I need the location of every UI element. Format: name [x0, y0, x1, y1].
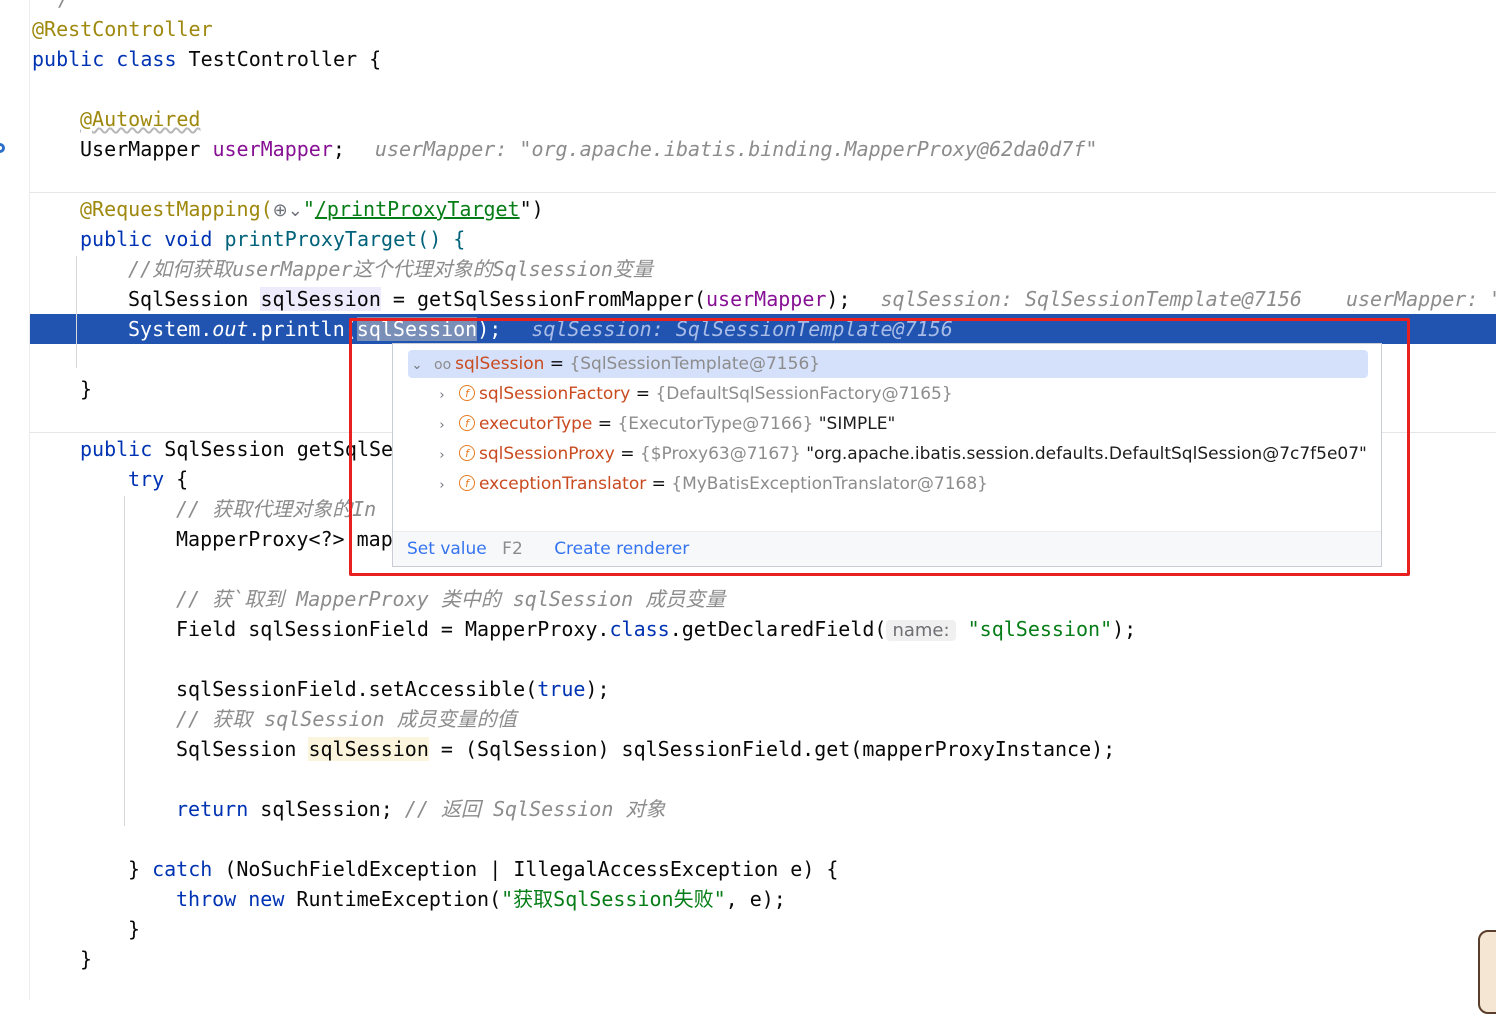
keyword: new — [236, 887, 285, 911]
highlight-annotation-box — [349, 318, 1410, 576]
inline-debug-value: userMapper: "org.apache.ibatis.binding.M… — [374, 137, 1098, 161]
code-line-partial: */ — [46, 0, 70, 14]
code-line: public void printProxyTarget() { — [80, 224, 465, 254]
code-text: = getSqlSessionFromMapper( — [380, 287, 706, 311]
debug-watch-icon[interactable] — [0, 140, 6, 156]
annotation: @RestController — [32, 17, 213, 41]
annotation: @Autowired — [80, 107, 201, 131]
code-text: .getDeclaredField( — [669, 617, 887, 641]
variable: sqlSession — [308, 737, 429, 761]
code-line: Field sqlSessionField = MapperProxy.clas… — [176, 614, 1136, 644]
code-line: //如何获取userMapper这个代理对象的Sqlsession变量 — [128, 254, 653, 284]
comment: // 返回 SqlSession 对象 — [404, 797, 666, 821]
keyword: catch — [152, 857, 213, 881]
comment: // 获取代理对象的In — [176, 497, 377, 521]
code-text: RuntimeException( — [284, 887, 502, 911]
code-line: SqlSession sqlSession = (SqlSession) sql… — [176, 734, 1115, 764]
keyword: class — [609, 617, 670, 641]
annotation: @RequestMapping( — [80, 197, 273, 221]
code-line: } — [128, 914, 140, 944]
code-text: Field sqlSessionField = MapperProxy. — [176, 617, 610, 641]
type-name: SqlSession — [176, 737, 309, 761]
code-line: @RequestMapping(⊕⌄"/printProxyTarget") — [80, 197, 544, 221]
string-literal: "获取SqlSession失败" — [501, 887, 726, 911]
semicolon: ; — [332, 137, 345, 161]
code-text: System. — [128, 317, 213, 341]
field-name: out — [212, 317, 249, 341]
code-line: } catch (NoSuchFieldException | IllegalA… — [128, 854, 838, 884]
code-line: UserMapper userMapper; userMapper: "org.a… — [80, 134, 1097, 164]
mascot-sticker — [1478, 930, 1496, 1014]
comment: // 获`取到 MapperProxy 类中的 sqlSession 成员变量 — [176, 587, 726, 611]
code-line: // 获取代理对象的In — [176, 494, 376, 524]
keyword: public class — [32, 47, 189, 71]
brace: } — [128, 917, 141, 941]
code-text: sqlSessionField.setAccessible( — [176, 677, 538, 701]
field-name: userMapper — [212, 137, 333, 161]
code-line: @Autowired — [80, 104, 200, 134]
keyword: true — [537, 677, 586, 701]
brace: } — [80, 377, 93, 401]
code-line: // 获`取到 MapperProxy 类中的 sqlSession 成员变量 — [176, 584, 725, 614]
code-line: throw new RuntimeException("获取SqlSession… — [176, 884, 786, 914]
keyword: public void — [80, 227, 225, 251]
comment: //如何获取userMapper这个代理对象的Sqlsession变量 — [128, 257, 653, 281]
code-line: @RestController — [32, 14, 213, 44]
code-line: try { — [128, 464, 188, 494]
globe-icon[interactable]: ⊕⌄ — [273, 200, 303, 221]
code-text: { — [164, 467, 189, 491]
indent-guide — [76, 256, 77, 368]
code-line: // 获取 sqlSession 成员变量的值 — [176, 704, 517, 734]
code-text: = (SqlSession) sqlSessionField.get(mappe… — [428, 737, 1116, 761]
editor-gutter-divider — [29, 0, 30, 1000]
keyword: public — [80, 437, 165, 461]
type-name: SqlSession — [128, 287, 261, 311]
indent-guide — [124, 496, 125, 826]
inline-debug-value: sqlSession: SqlSessionTemplate@7156 — [880, 287, 1302, 311]
code-text: ); — [826, 287, 851, 311]
code-text: ") — [519, 197, 544, 221]
code-line: public class TestController { — [32, 44, 381, 74]
code-line: sqlSessionField.setAccessible(true); — [176, 674, 610, 704]
keyword: throw — [176, 887, 237, 911]
code-text: (NoSuchFieldException | IllegalAccessExc… — [212, 857, 839, 881]
keyword: return — [176, 797, 249, 821]
code-line: } — [80, 374, 92, 404]
code-line: return sqlSession; // 返回 SqlSession 对象 — [176, 794, 665, 824]
parameter-hint: name: — [886, 620, 956, 641]
brace: } — [80, 947, 93, 971]
code-line: } — [80, 944, 92, 974]
code-text: .println( — [248, 317, 357, 341]
inline-debug-value: userMapper: " — [1345, 287, 1496, 311]
string-literal: "sqlSession" — [967, 617, 1113, 641]
code-line: public SqlSession getSqlSe — [80, 434, 393, 464]
code-text: , e); — [725, 887, 786, 911]
method-name: printProxyTarget() { — [224, 227, 466, 251]
url-link[interactable]: /printProxyTarget — [315, 197, 520, 221]
code-text: ); — [1112, 617, 1137, 641]
code-text: sqlSession; — [248, 797, 405, 821]
code-text: } — [128, 857, 153, 881]
code-line: SqlSession sqlSession = getSqlSessionFro… — [128, 284, 1496, 314]
comment: // 获取 sqlSession 成员变量的值 — [176, 707, 517, 731]
code-text: ); — [585, 677, 610, 701]
class-name: TestController { — [188, 47, 382, 71]
keyword: try — [128, 467, 165, 491]
field-name: userMapper — [705, 287, 827, 311]
type-name: UserMapper — [80, 137, 213, 161]
method-separator — [30, 192, 1496, 193]
variable: sqlSession — [260, 287, 381, 311]
